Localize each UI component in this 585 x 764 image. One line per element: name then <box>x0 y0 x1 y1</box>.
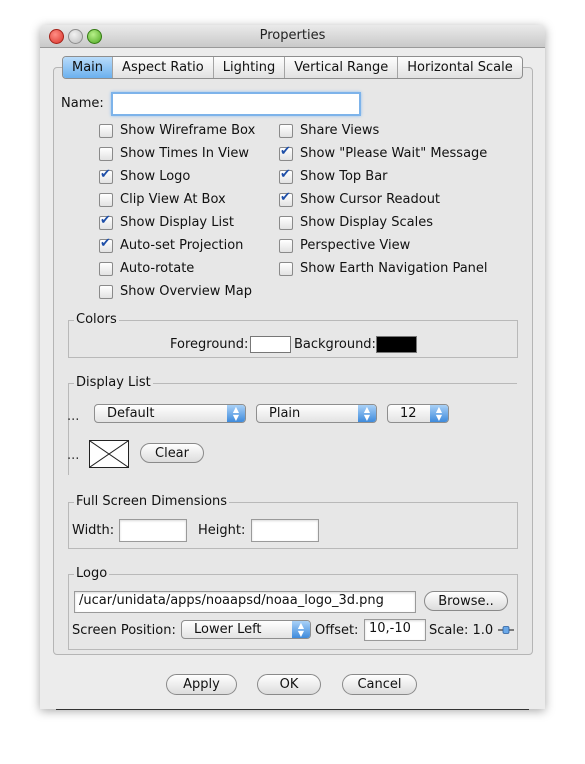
bottom-divider <box>56 709 529 710</box>
font-style-select[interactable]: Plain ▲ ▼ <box>256 404 377 423</box>
checkbox-label: Clip View At Box <box>120 192 226 207</box>
name-input[interactable] <box>111 92 361 116</box>
tab-bar: Main Aspect Ratio Lighting Vertical Rang… <box>62 56 523 79</box>
width-input[interactable] <box>119 519 187 542</box>
checkbox-show-wireframe-box[interactable]: Show Wireframe Box <box>99 123 255 138</box>
checkbox-label: Show Display Scales <box>300 215 434 230</box>
scale-label: Scale: 1.0 <box>429 623 494 638</box>
height-label: Height: <box>198 523 246 538</box>
checkbox-label: Show Top Bar <box>300 169 388 184</box>
browse-button[interactable]: Browse.. <box>424 591 508 611</box>
checkbox-label: Show Cursor Readout <box>300 192 441 207</box>
logo-path-value: /ucar/unidata/apps/noaapsd/noaa_logo_3d.… <box>79 593 384 608</box>
display-list-group: Display List <box>68 375 517 475</box>
screen-position-label: Screen Position: <box>72 623 176 638</box>
foreground-label: Foreground: <box>170 337 249 352</box>
checkbox-auto-rotate[interactable]: Auto-rotate <box>99 261 194 276</box>
checkbox-label: Auto-set Projection <box>120 238 244 253</box>
checkbox-unchecked-icon[interactable] <box>279 123 293 138</box>
offset-value: 10,-10 <box>369 621 411 636</box>
chevron-updown-icon: ▲ ▼ <box>292 621 310 638</box>
checkbox-checked-icon[interactable] <box>99 167 113 184</box>
empty-color-cross-icon <box>89 440 129 468</box>
display-list-color-box[interactable] <box>89 440 129 468</box>
offset-input[interactable]: 10,-10 <box>364 619 426 641</box>
tab-aspect-ratio[interactable]: Aspect Ratio <box>113 57 214 78</box>
color-more-dots: ... <box>67 448 80 463</box>
foreground-color-swatch[interactable] <box>250 336 291 353</box>
checkbox-label: Show Wireframe Box <box>120 123 256 138</box>
scale-slider-icon[interactable] <box>498 626 514 634</box>
background-label: Background: <box>294 337 376 352</box>
checkbox-checked-icon[interactable] <box>99 213 113 230</box>
checkbox-label: Show Logo <box>120 169 191 184</box>
checkbox-checked-icon[interactable] <box>99 236 113 253</box>
checkbox-unchecked-icon[interactable] <box>279 215 293 230</box>
font-size-select[interactable]: 12 ▲ ▼ <box>387 404 449 423</box>
checkbox-show-logo[interactable]: Show Logo <box>99 167 191 184</box>
checkbox-show-overview-map[interactable]: Show Overview Map <box>99 284 252 299</box>
checkbox-label: Show Display List <box>120 215 234 230</box>
full-screen-group-title: Full Screen Dimensions <box>74 494 230 509</box>
checkbox-label: Show "Please Wait" Message <box>300 146 488 161</box>
checkbox-unchecked-icon[interactable] <box>99 261 113 276</box>
tab-main[interactable]: Main <box>63 57 114 78</box>
screen-position-value: Lower Left <box>194 622 262 637</box>
checkbox-checked-icon[interactable] <box>279 144 293 161</box>
checkbox-unchecked-icon[interactable] <box>99 192 113 207</box>
chevron-updown-icon: ▲ ▼ <box>227 405 245 422</box>
offset-label: Offset: <box>315 623 359 638</box>
checkbox-show-earth-navigation-panel[interactable]: Show Earth Navigation Panel <box>279 261 488 276</box>
tab-vertical-range[interactable]: Vertical Range <box>285 57 399 78</box>
checkbox-show-display-scales[interactable]: Show Display Scales <box>279 215 433 230</box>
checkbox-label: Share Views <box>300 123 380 138</box>
font-family-value: Default <box>107 406 155 421</box>
width-label: Width: <box>72 523 115 538</box>
background-color-swatch[interactable] <box>376 336 417 353</box>
tab-horizontal-scale[interactable]: Horizontal Scale <box>398 57 522 78</box>
checkbox-label: Show Overview Map <box>120 284 252 299</box>
logo-path-input[interactable]: /ucar/unidata/apps/noaapsd/noaa_logo_3d.… <box>74 591 416 613</box>
checkbox-perspective-view[interactable]: Perspective View <box>279 238 410 253</box>
font-family-select[interactable]: Default ▲ ▼ <box>94 404 246 423</box>
checkbox-show-times-in-view[interactable]: Show Times In View <box>99 146 249 161</box>
checkbox-unchecked-icon[interactable] <box>99 146 113 161</box>
apply-button[interactable]: Apply <box>166 674 237 695</box>
checkbox-unchecked-icon[interactable] <box>279 261 293 276</box>
checkbox-label: Show Times In View <box>120 146 249 161</box>
tab-lighting[interactable]: Lighting <box>214 57 286 78</box>
checkbox-label: Auto-rotate <box>120 261 195 276</box>
checkbox-show-cursor-readout[interactable]: Show Cursor Readout <box>279 190 441 207</box>
checkbox-label: Show Earth Navigation Panel <box>300 261 488 276</box>
logo-group-title: Logo <box>74 566 110 581</box>
height-input[interactable] <box>251 519 319 542</box>
name-label: Name: <box>61 96 104 111</box>
ok-button[interactable]: OK <box>257 674 321 695</box>
chevron-updown-icon: ▲ ▼ <box>358 405 376 422</box>
window-title: Properties <box>259 28 326 43</box>
chevron-updown-icon: ▲ ▼ <box>430 405 448 422</box>
clear-button[interactable]: Clear <box>140 443 204 463</box>
colors-group-title: Colors <box>74 312 119 327</box>
checkbox-unchecked-icon[interactable] <box>279 238 293 253</box>
checkbox-checked-icon[interactable] <box>279 190 293 207</box>
font-size-value: 12 <box>400 406 417 421</box>
font-more-dots: ... <box>67 409 80 424</box>
font-style-value: Plain <box>269 406 301 421</box>
checkbox-show-top-bar[interactable]: Show Top Bar <box>279 167 388 184</box>
colors-group: Colors <box>68 312 518 358</box>
checkbox-unchecked-icon[interactable] <box>99 284 113 299</box>
title-bar[interactable]: Properties <box>40 25 545 48</box>
checkbox-show-please-wait-message[interactable]: Show "Please Wait" Message <box>279 144 488 161</box>
checkbox-checked-icon[interactable] <box>279 167 293 184</box>
screen-position-select[interactable]: Lower Left ▲ ▼ <box>181 620 311 639</box>
checkbox-share-views[interactable]: Share Views <box>279 123 379 138</box>
cancel-button[interactable]: Cancel <box>342 674 417 695</box>
checkbox-clip-view-at-box[interactable]: Clip View At Box <box>99 192 226 207</box>
checkbox-unchecked-icon[interactable] <box>99 123 113 138</box>
display-list-group-title: Display List <box>74 375 153 390</box>
checkbox-auto-set-projection[interactable]: Auto-set Projection <box>99 236 244 253</box>
checkbox-show-display-list[interactable]: Show Display List <box>99 213 234 230</box>
checkbox-label: Perspective View <box>300 238 411 253</box>
